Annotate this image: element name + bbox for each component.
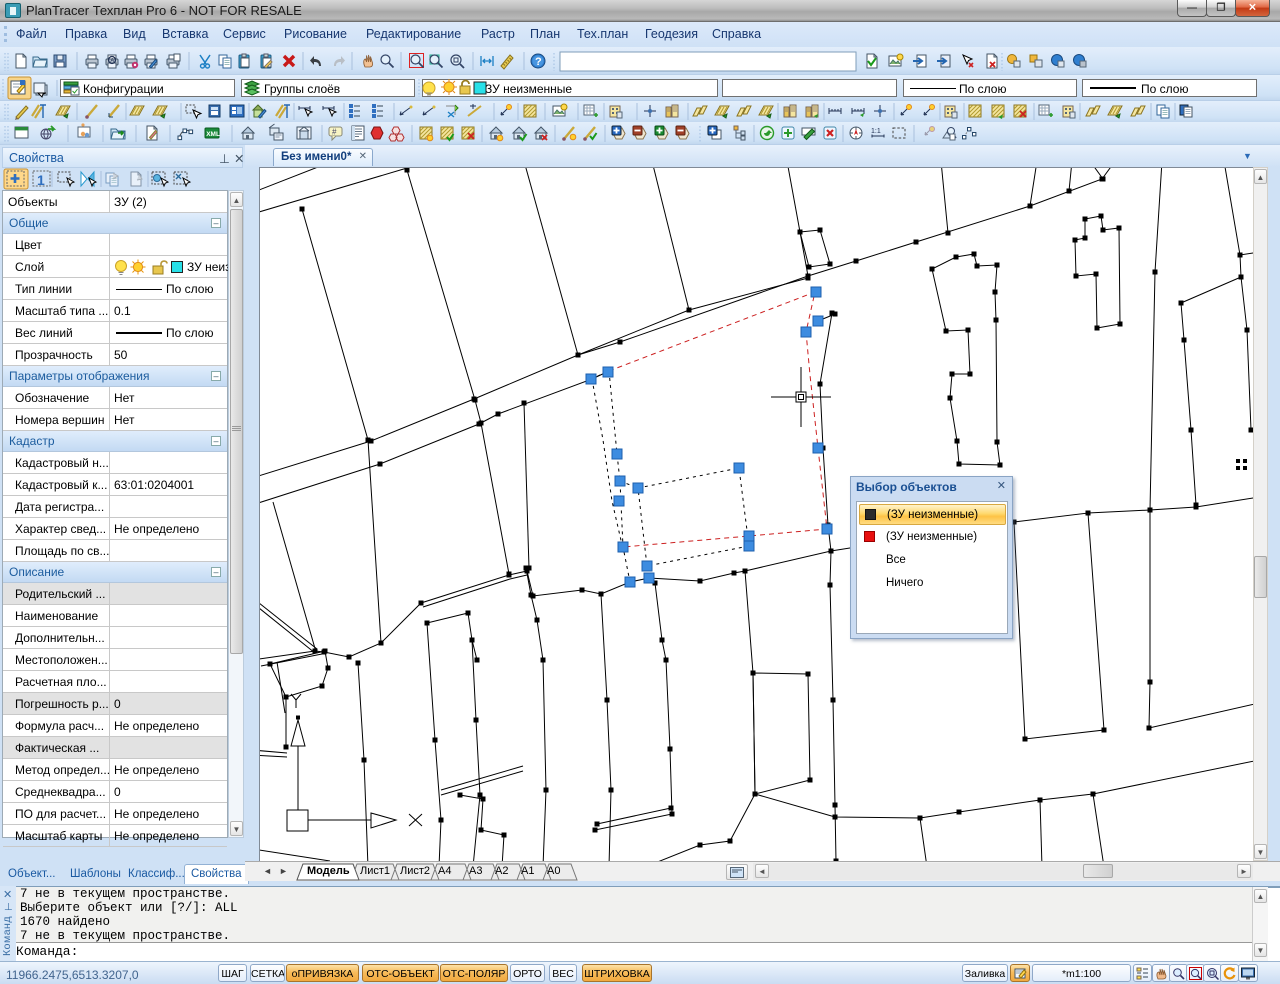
svg-text:A: A bbox=[110, 59, 114, 65]
svg-text:1:1: 1:1 bbox=[871, 128, 881, 135]
svg-text:?: ? bbox=[535, 56, 542, 68]
svg-text:#: # bbox=[332, 128, 337, 137]
svg-text:XML: XML bbox=[206, 131, 220, 138]
svg-text:1: 1 bbox=[37, 172, 45, 188]
